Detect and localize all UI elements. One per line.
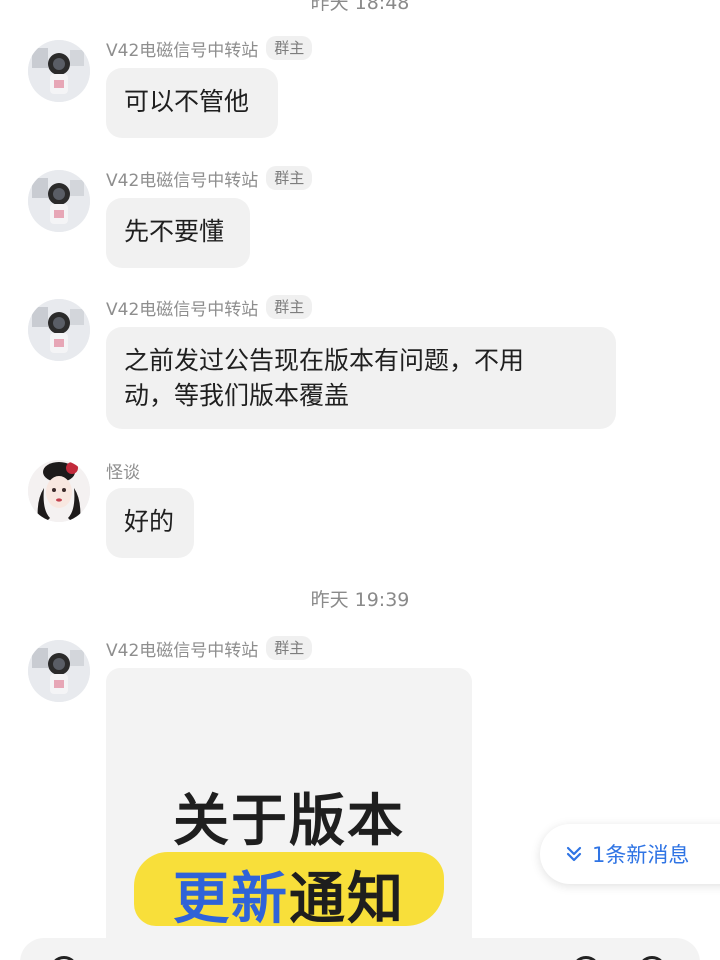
- emoji-icon[interactable]: [572, 956, 600, 960]
- image-subtitle: 更新通知: [106, 854, 472, 935]
- new-messages-label: 1条新消息: [592, 843, 690, 867]
- image-subtitle-dark: 通知: [289, 867, 405, 932]
- voice-icon[interactable]: [50, 956, 78, 960]
- sender-name[interactable]: V42电磁信号中转站: [106, 36, 258, 61]
- sender-name[interactable]: V42电磁信号中转站: [106, 166, 258, 191]
- message-text: 可以不管他: [124, 87, 250, 116]
- message-bubble[interactable]: 好的: [106, 488, 194, 558]
- sender-row: V42电磁信号中转站 群主: [106, 164, 313, 192]
- image-message-card[interactable]: 关于版本 更新通知: [106, 668, 472, 960]
- input-bar[interactable]: [20, 938, 700, 960]
- message-text-line-1: 之前发过公告现在版本有问题，不用: [124, 346, 525, 375]
- message-bubble[interactable]: 之前发过公告现在版本有问题，不用 动，等我们版本覆盖: [106, 327, 616, 429]
- avatar[interactable]: [28, 299, 90, 361]
- message-text: 好的: [124, 507, 175, 536]
- avatar[interactable]: [28, 640, 90, 702]
- message-bubble[interactable]: 可以不管他: [106, 68, 278, 138]
- sender-name[interactable]: V42电磁信号中转站: [106, 295, 258, 320]
- message-text: 先不要懂: [124, 217, 225, 246]
- sender-row: V42电磁信号中转站 群主: [106, 34, 313, 62]
- sender-row: 怪谈: [106, 456, 140, 484]
- new-messages-button[interactable]: 1条新消息: [540, 824, 720, 884]
- owner-badge: 群主: [266, 36, 313, 60]
- sender-name[interactable]: V42电磁信号中转站: [106, 636, 258, 661]
- chat-screen: 昨天 18:48 V42电磁信号中转站 群主 可以不管他 V42电磁信号中转站 …: [0, 0, 720, 960]
- timestamp-divider: 昨天 19:39: [310, 589, 410, 611]
- avatar[interactable]: [28, 40, 90, 102]
- owner-badge: 群主: [266, 166, 313, 190]
- add-icon[interactable]: [638, 956, 666, 960]
- sender-row: V42电磁信号中转站 群主: [106, 634, 313, 662]
- sender-row: V42电磁信号中转站 群主: [106, 293, 313, 321]
- avatar[interactable]: [28, 460, 90, 522]
- chevron-double-down-icon: [566, 846, 582, 862]
- message-bubble[interactable]: 先不要懂: [106, 198, 250, 268]
- message-text-line-2: 动，等我们版本覆盖: [124, 381, 350, 410]
- image-subtitle-blue: 更新: [173, 867, 289, 932]
- owner-badge: 群主: [266, 295, 313, 319]
- image-title: 关于版本: [173, 789, 405, 854]
- avatar[interactable]: [28, 170, 90, 232]
- sender-name[interactable]: 怪谈: [106, 458, 140, 483]
- owner-badge: 群主: [266, 636, 313, 660]
- timestamp-top: 昨天 18:48: [310, 0, 410, 14]
